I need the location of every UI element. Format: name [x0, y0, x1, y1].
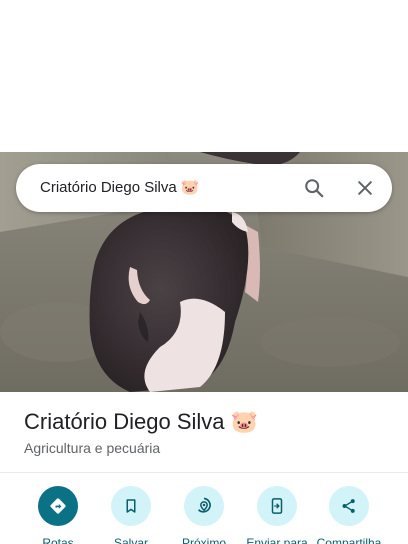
send-to-phone-button[interactable]: Enviar para [237, 486, 317, 544]
place-header: Criatório Diego Silva 🐷 Agricultura e pe… [24, 406, 394, 458]
maps-place-screen: Criatório Diego Silva 🐷 Criatório Diego … [0, 0, 408, 544]
search-button[interactable] [298, 172, 330, 204]
place-category: Agricultura e pecuária [24, 440, 161, 456]
nearby-button[interactable]: Próximo [164, 486, 244, 544]
action-label: Salvar [113, 536, 148, 544]
search-input[interactable]: Criatório Diego Silva 🐷 [40, 164, 200, 212]
search-icon [305, 179, 324, 198]
search-bar[interactable]: Criatório Diego Silva 🐷 [16, 164, 392, 212]
close-icon [358, 181, 372, 195]
nearby-icon [184, 486, 224, 526]
send-to-phone-icon [257, 486, 297, 526]
save-button[interactable]: Salvar [91, 486, 171, 544]
directions-icon [38, 486, 78, 526]
action-label: Rotas [42, 536, 74, 544]
action-label: Compartilha [316, 536, 382, 544]
directions-button[interactable]: Rotas [18, 486, 98, 544]
top-blank-area [0, 0, 408, 152]
place-title: Criatório Diego Silva 🐷 [24, 409, 259, 434]
bookmark-icon [111, 486, 151, 526]
action-bar: Rotas Salvar Próximo Enviar para Compart… [0, 486, 408, 544]
action-label: Enviar para [246, 536, 308, 544]
close-button[interactable] [349, 172, 381, 204]
share-icon [329, 486, 369, 526]
share-button[interactable]: Compartilha [309, 486, 389, 544]
divider [0, 472, 408, 473]
action-label: Próximo [181, 536, 226, 544]
